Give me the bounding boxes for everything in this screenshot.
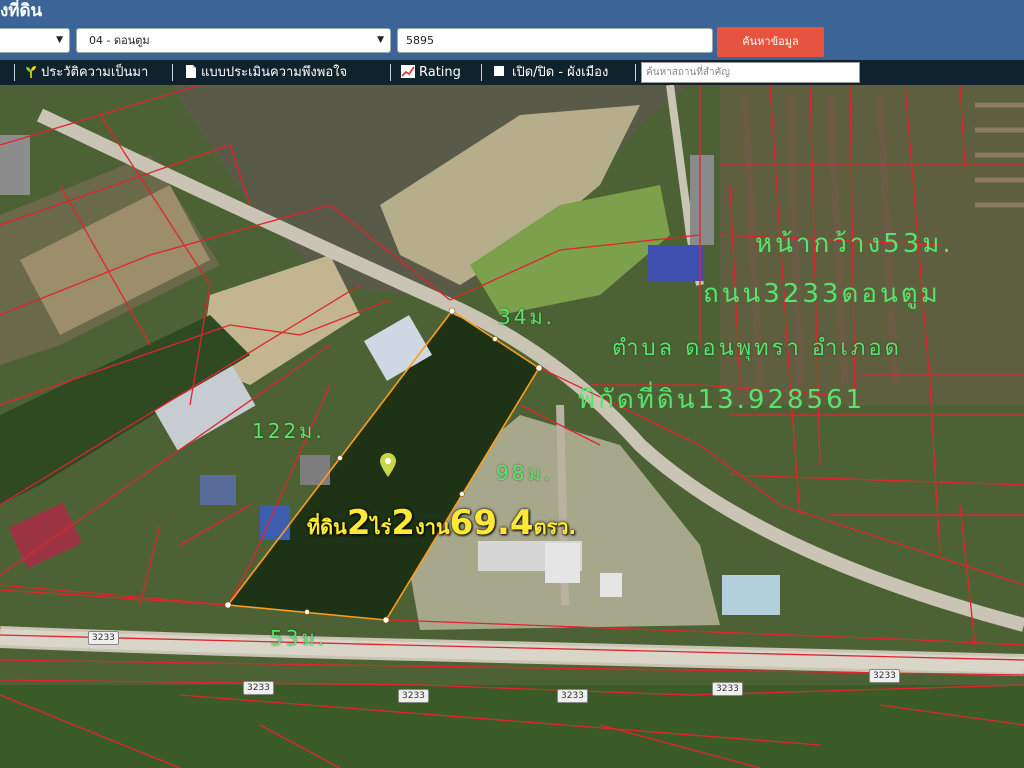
area-wa-unit: ตรว. [533, 515, 577, 539]
toolbar-divider [635, 64, 636, 81]
app-title: งที่ดิน [0, 1, 43, 21]
land-area-label: ที่ดิน2ไร่2งาน69.4ตรว. [307, 503, 576, 543]
map-view[interactable]: หน้ากว้าง53ม. ถนน3233ดอนตูม ตำบล ดอนพุทร… [0, 85, 1024, 768]
search-button[interactable]: ค้นหาข้อมูล [717, 27, 824, 57]
road-number-badge: 3233 [869, 669, 900, 683]
header-bar: งที่ดิน ▼ 04 - ดอนตูม ▼ 5895 ค้นหาข้อมูล [0, 0, 1024, 60]
chevron-down-icon: ▼ [377, 35, 384, 45]
toolbar-divider [14, 64, 15, 81]
road-number-badge: 3233 [243, 681, 274, 695]
chevron-down-icon: ▼ [56, 35, 63, 45]
coordinates-label: พิกัดที่ดิน13.928561 [578, 385, 866, 415]
city-plan-toggle[interactable]: เปิด/ปิด - ผังเมือง [494, 60, 608, 85]
dimension-bottom-label: 53ม. [270, 626, 327, 650]
history-label: ประวัติความเป็นมา [41, 65, 149, 80]
chart-icon [401, 65, 415, 78]
rating-menu-item[interactable]: Rating [401, 60, 461, 85]
toolbar-divider [481, 64, 482, 81]
toolbar-divider [172, 64, 173, 81]
dimension-right-label: 98ม. [496, 461, 553, 485]
location-pin-icon[interactable] [380, 453, 396, 477]
area-wa-value: 69.4 [449, 503, 534, 543]
area-ngan-unit: งาน [415, 515, 450, 539]
survey-label: แบบประเมินความพึงพอใจ [201, 65, 348, 80]
dimension-top-label: 34ม. [498, 305, 555, 329]
document-icon [186, 65, 196, 78]
area-rai-unit: ไร่ [370, 515, 392, 539]
satellite-map [0, 85, 1024, 768]
dimension-left-label: 122ม. [252, 419, 325, 443]
area-prefix: ที่ดิน [307, 515, 347, 539]
area-ngan-value: 2 [391, 503, 415, 543]
road-number-badge: 3233 [88, 631, 119, 645]
place-search-input[interactable]: ค้นหาสถานที่สำคัญ [641, 62, 860, 83]
district-select-value: 04 - ดอนตูม [89, 34, 150, 47]
subdistrict-label: ตำบล ดอนพุทรา อำเภอด [612, 336, 902, 361]
sprout-icon [26, 66, 36, 78]
toolbar-divider [390, 64, 391, 81]
road-number-badge: 3233 [557, 689, 588, 703]
city-plan-label: เปิด/ปิด - ผังเมือง [512, 65, 609, 80]
rating-label: Rating [419, 65, 461, 80]
road-number-badge: 3233 [398, 689, 429, 703]
district-select[interactable]: 04 - ดอนตูม ▼ [76, 28, 391, 53]
survey-menu-item[interactable]: แบบประเมินความพึงพอใจ [185, 60, 347, 85]
toolbar: ประวัติความเป็นมา แบบประเมินความพึงพอใจ … [0, 60, 1024, 85]
parcel-number-input[interactable]: 5895 [397, 28, 713, 53]
area-rai-value: 2 [346, 503, 371, 543]
province-select[interactable]: ▼ [0, 28, 70, 53]
history-menu-item[interactable]: ประวัติความเป็นมา [25, 60, 148, 85]
frontage-label: หน้ากว้าง53ม. [755, 229, 954, 259]
checkbox-icon [494, 66, 504, 76]
road-number-badge: 3233 [712, 682, 743, 696]
road-label: ถนน3233ดอนตูม [703, 279, 941, 309]
app-window: งที่ดิน ▼ 04 - ดอนตูม ▼ 5895 ค้นหาข้อมูล… [0, 0, 1024, 768]
